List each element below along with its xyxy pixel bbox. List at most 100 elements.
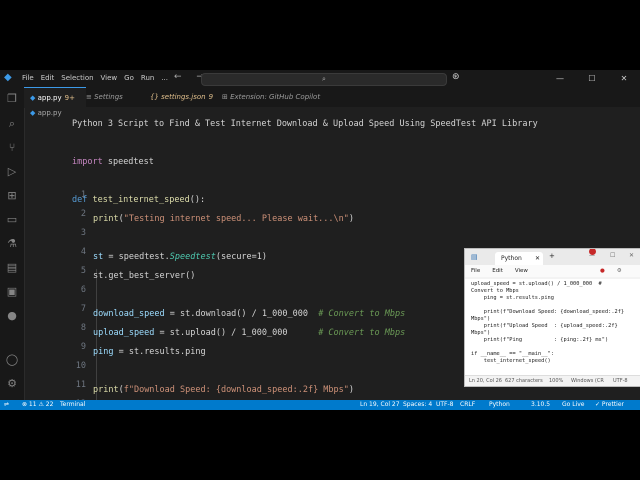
python-file-icon: ◆ bbox=[30, 94, 36, 102]
notepad-line: Mbps") bbox=[471, 316, 491, 322]
menu-run[interactable]: Run bbox=[141, 74, 154, 82]
notepad-line: Convert to Mbps bbox=[471, 288, 519, 294]
notepad-menu-edit[interactable]: Edit bbox=[492, 265, 503, 277]
notepad-line: print(f"Upload Speed : {upload_speed:.2f… bbox=[471, 323, 618, 329]
problems-count[interactable]: ⊗ 11 ⚠ 22 bbox=[22, 400, 53, 410]
code-text: (): bbox=[189, 195, 206, 205]
tab-settings-json[interactable]: {} settings.json 9 bbox=[144, 87, 222, 107]
notepad-line: ping = st.results.ping bbox=[471, 295, 554, 301]
minimize-button[interactable]: — bbox=[544, 70, 576, 87]
editor-tabs: ◆ app.py 9+ ≡ Settings {} settings.json 9 … bbox=[24, 87, 640, 108]
notepad-zoom: 100% bbox=[549, 378, 564, 384]
notepad-tab[interactable]: Python ✕ bbox=[495, 252, 543, 265]
extension-icon: ⊞ bbox=[222, 93, 228, 101]
line-endings[interactable]: CRLF bbox=[460, 400, 475, 410]
maximize-icon[interactable]: ☐ bbox=[610, 252, 615, 259]
variable: st bbox=[93, 252, 104, 262]
notepad-char-count: 627 characters bbox=[505, 378, 543, 384]
remote-indicator[interactable]: ⇌ bbox=[4, 400, 9, 410]
close-icon[interactable]: ✕ bbox=[629, 252, 634, 259]
tab-extension-copilot[interactable]: ⊞ Extension: GitHub Copilot bbox=[216, 87, 332, 107]
notepad-line: print(f"Ping : {ping:.2f} ms") bbox=[471, 337, 609, 343]
code-text: = st.download() / 1_000_000 bbox=[164, 309, 319, 319]
close-button[interactable]: ✕ bbox=[608, 70, 640, 87]
code-line-13: ping = st.results.ping bbox=[93, 347, 206, 357]
database-icon[interactable]: ▤ bbox=[5, 261, 19, 275]
code-line-8: st = speedtest.Speedtest(secure=1) bbox=[93, 252, 267, 262]
testing-icon[interactable]: ⚗ bbox=[5, 237, 19, 251]
run-debug-icon[interactable]: ▷ bbox=[5, 165, 19, 179]
menu-go[interactable]: Go bbox=[124, 74, 134, 82]
line-number: 10 bbox=[75, 361, 86, 371]
title-bar: ◆ File Edit Selection View Go Run ... ← … bbox=[0, 70, 640, 87]
source-control-icon[interactable]: ⑂ bbox=[5, 141, 19, 155]
variable: upload_speed bbox=[93, 328, 155, 338]
code-text: ) bbox=[348, 385, 355, 395]
menu-more[interactable]: ... bbox=[161, 74, 168, 82]
encoding[interactable]: UTF-8 bbox=[436, 400, 454, 410]
close-icon[interactable]: ✕ bbox=[535, 252, 540, 265]
docker-icon[interactable]: ▣ bbox=[5, 285, 19, 299]
menu-selection[interactable]: Selection bbox=[61, 74, 93, 82]
function-name: print bbox=[93, 385, 119, 395]
notepad-tab-label: Python bbox=[501, 255, 522, 262]
go-live-button[interactable]: Go Live bbox=[562, 400, 584, 410]
copilot-icon[interactable]: ● bbox=[600, 265, 605, 277]
string-literal: f"Download Speed: {download_speed:.2f} M… bbox=[123, 385, 349, 395]
line-number: 5 bbox=[80, 266, 86, 276]
tab-label: settings.json bbox=[161, 93, 206, 101]
extensions-icon[interactable]: ⊞ bbox=[5, 189, 19, 203]
account-icon[interactable]: ◯ bbox=[5, 353, 19, 367]
status-bar: ⇌ ⊗ 11 ⚠ 22 Terminal Ln 19, Col 27 Space… bbox=[0, 400, 640, 410]
command-center-search[interactable]: ⌕ bbox=[201, 73, 447, 86]
add-tab-icon[interactable]: + bbox=[549, 252, 555, 260]
class-name: Speedtest bbox=[169, 252, 216, 262]
line-number: 4 bbox=[80, 247, 86, 257]
notepad-status-bar: Ln 20, Col 26 627 characters 100% Window… bbox=[465, 375, 640, 386]
notepad-menu-bar: File Edit View ● ⚙ bbox=[465, 265, 640, 277]
code-text: = st.upload() / 1_000_000 bbox=[154, 328, 319, 338]
tab-app-py[interactable]: ◆ app.py 9+ bbox=[24, 87, 86, 108]
code-line-3: import speedtest bbox=[72, 157, 154, 167]
indentation[interactable]: Spaces: 4 bbox=[403, 400, 432, 410]
breadcrumb[interactable]: ◆ app.py bbox=[30, 107, 62, 119]
menu-bar: File Edit Selection View Go Run ... bbox=[22, 74, 168, 82]
prettier-status[interactable]: ✓ Prettier bbox=[595, 400, 624, 410]
string-literal: "Testing internet speed... Please wait..… bbox=[123, 214, 349, 224]
code-line-11: download_speed = st.download() / 1_000_0… bbox=[93, 309, 405, 319]
notepad-menu-file[interactable]: File bbox=[471, 265, 480, 277]
menu-edit[interactable]: Edit bbox=[41, 74, 55, 82]
gear-icon[interactable]: ⚙ bbox=[5, 377, 19, 391]
menu-view[interactable]: View bbox=[101, 74, 118, 82]
notepad-window[interactable]: ▤ Python ✕ + — ☐ ✕ File Edit View ● ⚙ up… bbox=[464, 248, 640, 387]
remote-icon[interactable]: ▭ bbox=[5, 213, 19, 227]
maximize-button[interactable]: ☐ bbox=[576, 70, 608, 87]
code-line-1: Python 3 Script to Find & Test Internet … bbox=[72, 119, 538, 129]
live-share-icon[interactable]: ● bbox=[5, 309, 19, 323]
tab-settings[interactable]: ≡ Settings bbox=[80, 87, 150, 107]
activity-bar: ❐ ⌕ ⑂ ▷ ⊞ ▭ ⚗ ▤ ▣ ● ◯ ⚙ bbox=[0, 87, 25, 400]
window-controls: — ☐ ✕ bbox=[544, 70, 640, 87]
code-line-12: upload_speed = st.upload() / 1_000_000 #… bbox=[93, 328, 405, 338]
breadcrumb-file[interactable]: app.py bbox=[38, 109, 62, 117]
search-icon: ⌕ bbox=[322, 75, 326, 83]
python-version[interactable]: 3.10.5 bbox=[531, 400, 550, 410]
explorer-icon[interactable]: ❐ bbox=[5, 92, 19, 106]
python-file-icon: ◆ bbox=[30, 109, 36, 117]
notepad-app-icon: ▤ bbox=[471, 253, 478, 261]
menu-file[interactable]: File bbox=[22, 74, 34, 82]
gear-icon[interactable]: ⚙ bbox=[617, 265, 622, 277]
code-text: = speedtest. bbox=[103, 252, 170, 262]
notepad-text-area[interactable]: upload_speed = st.upload() / 1_000_000 #… bbox=[465, 279, 640, 375]
notepad-cursor-position: Ln 20, Col 26 bbox=[469, 378, 502, 384]
notepad-line: upload_speed = st.upload() / 1_000_000 # bbox=[471, 281, 602, 287]
notepad-menu-view[interactable]: View bbox=[515, 265, 528, 277]
search-icon[interactable]: ⌕ bbox=[5, 117, 19, 131]
line-number: 2 bbox=[80, 209, 86, 219]
terminal-button[interactable]: Terminal bbox=[60, 400, 85, 410]
language-mode[interactable]: Python bbox=[489, 400, 510, 410]
cursor-position[interactable]: Ln 19, Col 27 bbox=[360, 400, 400, 410]
function-name: test_internet_speed bbox=[87, 195, 190, 205]
code-text: = st.results.ping bbox=[113, 347, 206, 357]
copilot-icon[interactable]: ⊛ bbox=[452, 72, 460, 82]
